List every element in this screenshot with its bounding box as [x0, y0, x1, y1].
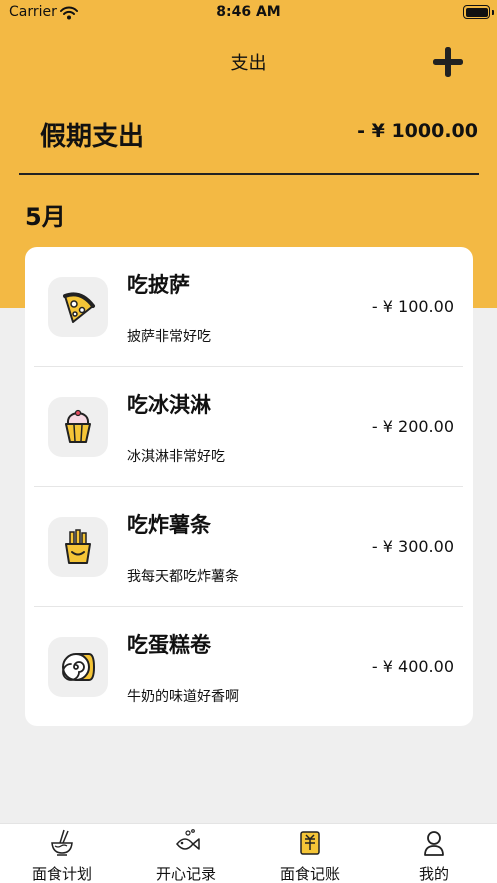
item-title: 吃炸薯条	[127, 513, 211, 537]
expense-list: 吃披萨 - ¥ 100.00 披萨非常好吃 吃冰淇淋 - ¥ 200.00 冰淇…	[25, 247, 473, 726]
fries-icon	[65, 529, 91, 564]
plus-icon	[433, 47, 463, 77]
item-icon	[48, 277, 108, 337]
item-title: 吃披萨	[127, 273, 190, 297]
page-title: 支出	[230, 53, 267, 74]
item-description: 冰淇淋非常好吃	[127, 449, 225, 465]
tab-label: 我的	[418, 865, 449, 883]
item-description: 牛奶的味道好香啊	[127, 689, 239, 705]
item-amount: - ¥ 100.00	[371, 297, 454, 316]
battery-tip	[492, 10, 494, 15]
expense-item[interactable]: 吃冰淇淋 - ¥ 200.00 冰淇淋非常好吃	[34, 367, 463, 487]
tab-happy-record[interactable]: 开心记录	[124, 824, 248, 883]
expense-item[interactable]: 吃蛋糕卷 - ¥ 400.00 牛奶的味道好香啊	[34, 607, 463, 727]
expense-item[interactable]: 吃炸薯条 - ¥ 300.00 我每天都吃炸薯条	[34, 487, 463, 607]
summary-title: 假期支出	[40, 122, 145, 152]
tab-bar: 面食计划 开心记录 面食记账 我的	[0, 823, 497, 883]
expense-item[interactable]: 吃披萨 - ¥ 100.00 披萨非常好吃	[34, 247, 463, 367]
pizza-icon	[63, 292, 95, 323]
status-bar: Carrier 8:46 AM	[0, 0, 497, 26]
item-title: 吃冰淇淋	[127, 393, 211, 417]
item-title: 吃蛋糕卷	[127, 633, 211, 657]
item-description: 披萨非常好吃	[127, 329, 211, 345]
item-amount: - ¥ 200.00	[371, 417, 454, 436]
noodle-bowl-icon	[51, 829, 73, 856]
fish-icon	[176, 829, 200, 850]
tab-noodle-ledger[interactable]: 面食记账	[248, 824, 372, 883]
tab-noodle-plan[interactable]: 面食计划	[0, 824, 124, 883]
tab-mine[interactable]: 我的	[372, 824, 496, 883]
cake-roll-icon	[62, 653, 95, 681]
user-icon	[424, 831, 444, 856]
ice-cream-icon	[65, 409, 91, 443]
item-amount: - ¥ 300.00	[371, 537, 454, 556]
item-description: 我每天都吃炸薯条	[127, 569, 239, 585]
item-amount: - ¥ 400.00	[371, 657, 454, 676]
status-time: 8:46 AM	[216, 4, 281, 20]
item-icon	[48, 397, 108, 457]
battery-icon	[463, 5, 490, 19]
ledger-icon	[300, 831, 320, 855]
tab-label: 面食记账	[279, 865, 340, 883]
tab-label: 开心记录	[155, 865, 216, 883]
divider	[19, 173, 479, 175]
item-icon	[48, 637, 108, 697]
item-icon	[48, 517, 108, 577]
month-label: 5月	[25, 203, 66, 231]
add-button[interactable]	[430, 44, 466, 80]
tab-label: 面食计划	[31, 865, 92, 883]
summary-amount: - ¥ 1000.00	[357, 120, 478, 142]
